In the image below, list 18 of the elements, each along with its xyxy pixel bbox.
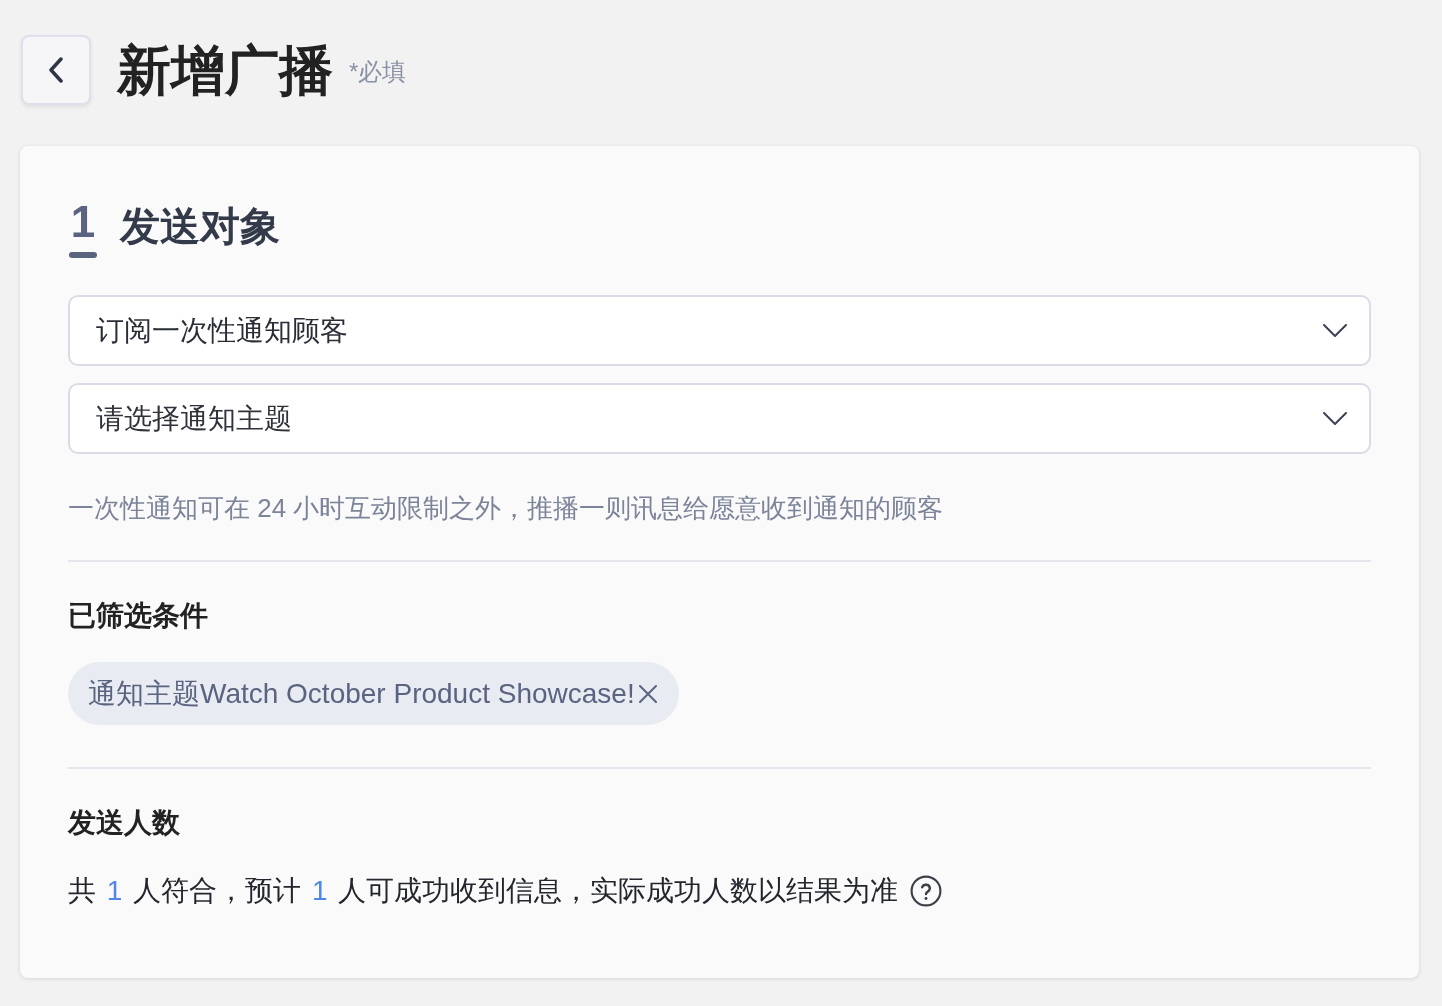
help-icon[interactable] [910,875,943,907]
dropdown-select[interactable]: 订阅一次性通知顾客 [68,295,1371,366]
chevron-left-icon [49,57,63,83]
step-underline [69,252,97,258]
back-button[interactable] [21,35,91,105]
chevron-down-icon [1323,412,1347,425]
required-note: *必填 [349,57,407,87]
hint-text: 一次性通知可在 24 小时互动限制之外，推播一则讯息给愿意收到通知的顾客 [68,492,945,525]
filter-tag-label: 通知主题Watch October Product Showcase! [88,676,635,711]
page-title: 新增广播 [117,39,333,102]
close-icon[interactable] [638,684,657,703]
section-title: 发送人数 [68,806,181,840]
section-title: 已筛选条件 [68,599,209,633]
step-number: 1 [70,200,96,244]
dropdown-select[interactable]: 请选择通知主题 [68,383,1371,454]
chevron-down-icon [1323,324,1347,337]
recipient-summary: 共 1 人符合，预计 1 人可成功收到信息，实际成功人数以结果为准 [68,874,899,908]
step-title: 发送对象 [120,203,280,250]
